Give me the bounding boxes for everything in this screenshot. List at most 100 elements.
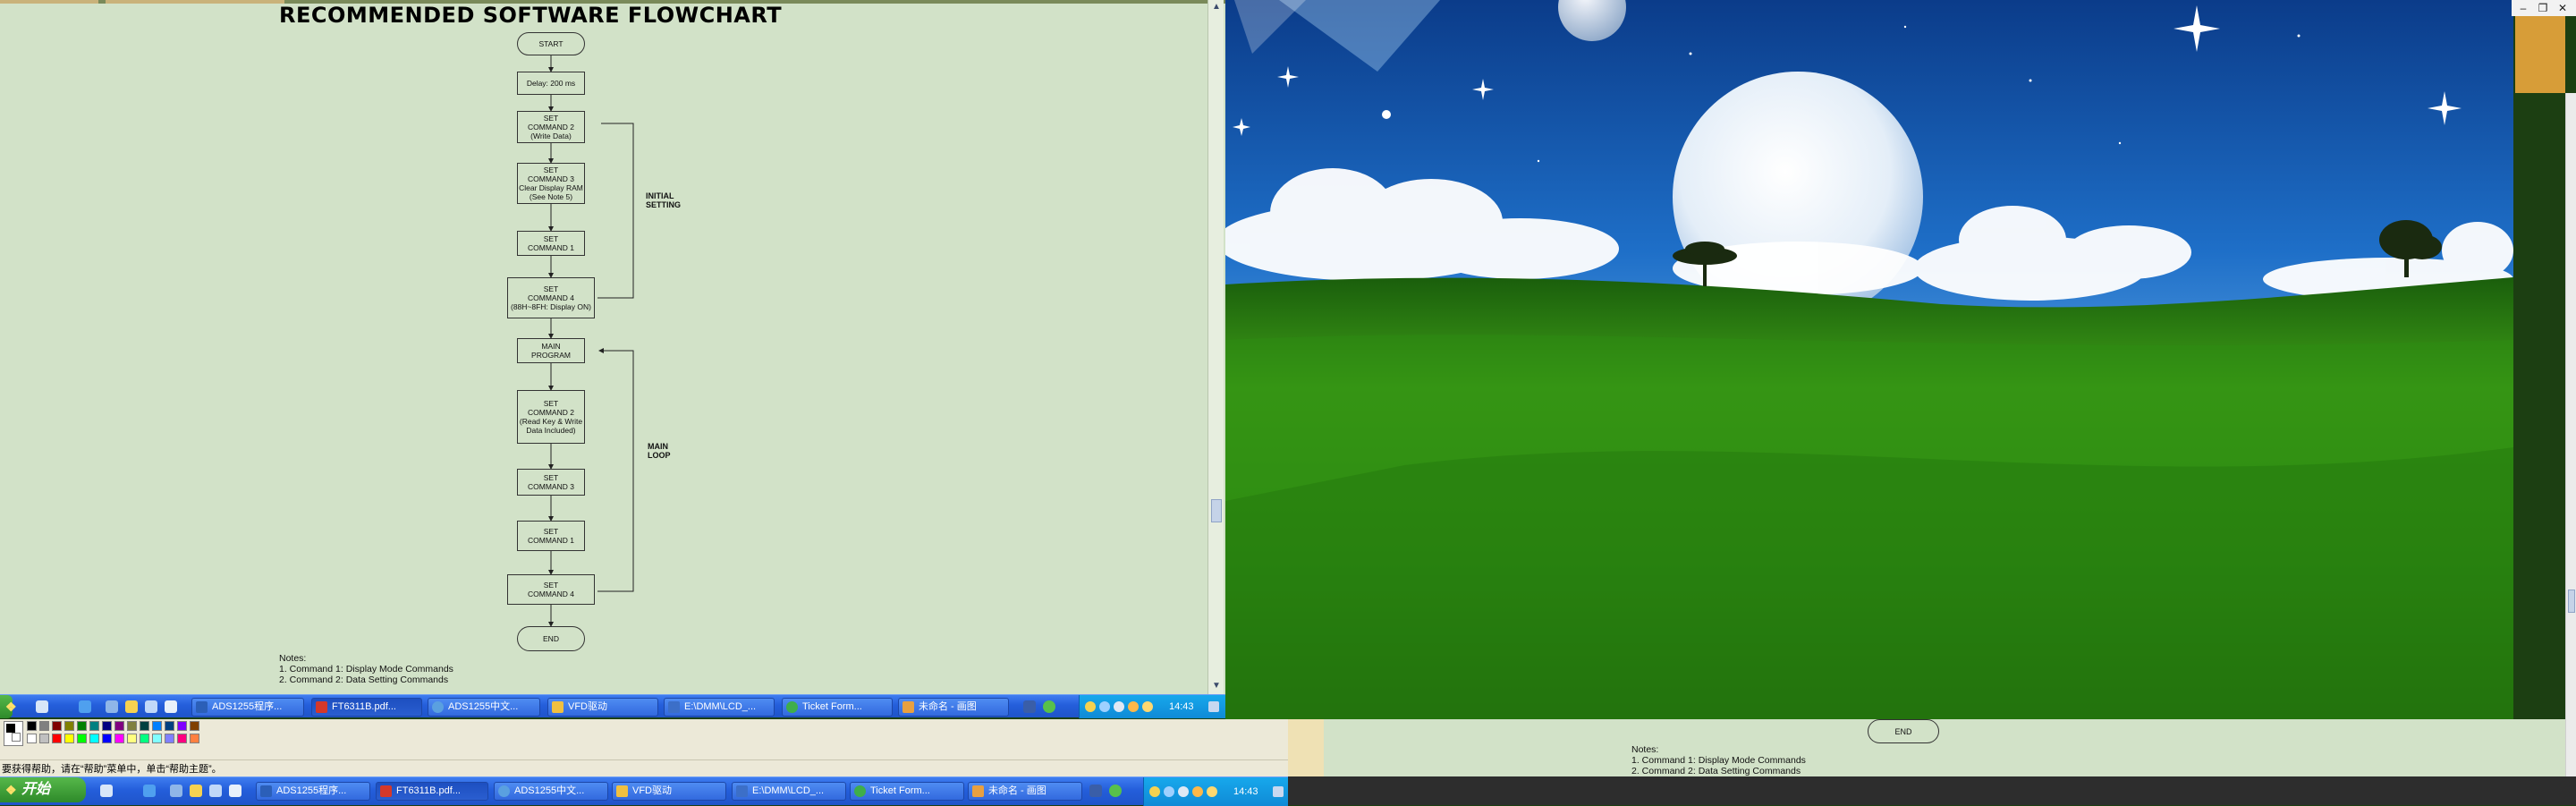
palette-swatch[interactable] <box>39 734 49 743</box>
tray-monitor-icon[interactable] <box>1273 786 1284 797</box>
tray-app-icon[interactable] <box>1085 701 1096 712</box>
close-button[interactable]: ✕ <box>2556 2 2569 14</box>
taskbar-button-paint-untitled[interactable]: 未命名 - 画图 <box>898 698 1009 717</box>
word-doc-icon <box>260 785 272 797</box>
palette-swatch[interactable] <box>39 721 49 731</box>
right-document-scrollbar[interactable] <box>2565 93 2576 776</box>
set-command1-box: SET COMMAND 1 <box>517 231 585 256</box>
palette-swatch[interactable] <box>127 734 137 743</box>
quicklaunch-ie-icon[interactable] <box>79 700 91 713</box>
document-vertical-scrollbar[interactable]: ▲ ▼ <box>1208 0 1224 696</box>
tray-update-icon[interactable] <box>1142 701 1153 712</box>
input-method-icon[interactable] <box>1023 700 1036 713</box>
palette-swatch[interactable] <box>190 734 199 743</box>
end-node: END <box>517 626 585 651</box>
taskbar-button-ads1255-chinese[interactable]: ADS1255中文... <box>494 782 608 801</box>
quicklaunch-ie-icon[interactable] <box>143 785 156 797</box>
taskbar-button-label: ADS1255中文... <box>448 701 519 712</box>
restore-button[interactable]: ❐ <box>2537 2 2549 14</box>
palette-swatch[interactable] <box>152 734 162 743</box>
taskbar-button-dmm-lcd-folder[interactable]: E:\DMM\LCD_... <box>732 782 846 801</box>
foreground-color[interactable] <box>6 724 15 733</box>
start-button[interactable]: 开始 <box>0 777 86 802</box>
palette-swatch[interactable] <box>102 721 112 731</box>
palette-swatch[interactable] <box>165 721 174 731</box>
taskbar-button-ads1255-program[interactable]: ADS1255程序... <box>256 782 370 801</box>
palette-swatch[interactable] <box>177 721 187 731</box>
taskbar-button-ads1255-chinese[interactable]: ADS1255中文... <box>428 698 540 717</box>
quicklaunch-folder-icon[interactable] <box>190 785 202 797</box>
taskbar-button-dmm-lcd-folder[interactable]: E:\DMM\LCD_... <box>664 698 775 717</box>
palette-swatch[interactable] <box>52 721 62 731</box>
browser-icon <box>498 785 510 797</box>
chrome-icon <box>854 785 866 797</box>
quicklaunch-extra-icon[interactable] <box>165 700 177 713</box>
document-margin-panel <box>1288 719 1324 776</box>
tray-volume-icon[interactable] <box>1178 786 1189 797</box>
taskbar-button-vfd-driver[interactable]: VFD驱动 <box>547 698 658 717</box>
tray-app-icon[interactable] <box>1149 786 1160 797</box>
scroll-up-arrow-icon[interactable]: ▲ <box>1211 1 1222 13</box>
tray-security-icon[interactable] <box>1128 701 1139 712</box>
lower-taskbar: 开始 ADS1255程序... FT6311B.pdf... ADS1255中文… <box>0 776 1288 806</box>
quicklaunch-show-desktop-icon[interactable] <box>36 700 48 713</box>
palette-swatch[interactable] <box>27 721 37 731</box>
start-node: START <box>517 32 585 55</box>
note-2: 2. Command 2: Data Setting Commands <box>279 674 449 685</box>
notes-section: Notes: 1. Command 1: Display Mode Comman… <box>1631 744 1806 776</box>
palette-swatch[interactable] <box>140 734 149 743</box>
quicklaunch-explorer-icon[interactable] <box>106 700 118 713</box>
taskbar-button-ads1255-program[interactable]: ADS1255程序... <box>191 698 304 717</box>
tray-update-icon[interactable] <box>1207 786 1217 797</box>
scroll-down-arrow-icon[interactable]: ▼ <box>1211 680 1222 692</box>
palette-swatch[interactable] <box>177 734 187 743</box>
tray-clock[interactable]: 14:43 <box>1233 777 1258 806</box>
tray-security-icon[interactable] <box>1192 786 1203 797</box>
minimize-button[interactable]: – <box>2517 2 2529 14</box>
wifi-icon[interactable] <box>1109 785 1122 797</box>
taskbar-button-paint-untitled[interactable]: 未命名 - 画图 <box>968 782 1082 801</box>
word-doc-icon <box>196 701 208 713</box>
wifi-icon[interactable] <box>1043 700 1055 713</box>
palette-swatch[interactable] <box>190 721 199 731</box>
palette-swatch[interactable] <box>77 721 87 731</box>
palette-swatch[interactable] <box>89 721 99 731</box>
quicklaunch-explorer-icon[interactable] <box>170 785 182 797</box>
quicklaunch-folder-icon[interactable] <box>125 700 138 713</box>
tray-network-icon[interactable] <box>1164 786 1174 797</box>
palette-swatch[interactable] <box>102 734 112 743</box>
input-method-icon[interactable] <box>1089 785 1102 797</box>
background-color[interactable] <box>12 733 21 742</box>
palette-swatch[interactable] <box>140 721 149 731</box>
palette-swatch[interactable] <box>114 734 124 743</box>
palette-swatch[interactable] <box>77 734 87 743</box>
current-colors-indicator[interactable] <box>4 721 23 746</box>
tray-volume-icon[interactable] <box>1114 701 1124 712</box>
palette-swatch[interactable] <box>127 721 137 731</box>
palette-swatch[interactable] <box>64 734 74 743</box>
taskbar-button-ft6311b-pdf[interactable]: FT6311B.pdf... <box>311 698 422 717</box>
taskbar-button-vfd-driver[interactable]: VFD驱动 <box>612 782 726 801</box>
scrollbar-thumb[interactable] <box>1211 499 1222 522</box>
taskbar-button-ticket-form[interactable]: Ticket Form... <box>850 782 964 801</box>
quicklaunch-show-desktop-icon[interactable] <box>100 785 113 797</box>
start-button-partial[interactable] <box>0 695 17 718</box>
palette-swatch[interactable] <box>165 734 174 743</box>
tray-network-icon[interactable] <box>1099 701 1110 712</box>
palette-swatch[interactable] <box>64 721 74 731</box>
palette-swatch[interactable] <box>152 721 162 731</box>
taskbar-button-ticket-form[interactable]: Ticket Form... <box>782 698 893 717</box>
palette-swatch[interactable] <box>27 734 37 743</box>
quicklaunch-media-icon[interactable] <box>145 700 157 713</box>
palette-swatch[interactable] <box>114 721 124 731</box>
tray-clock[interactable]: 14:43 <box>1169 695 1194 718</box>
quicklaunch-extra-icon[interactable] <box>229 785 242 797</box>
set-command1-loop-box: SET COMMAND 1 <box>517 521 585 551</box>
scrollbar-thumb[interactable] <box>2568 590 2575 613</box>
palette-swatch[interactable] <box>89 734 99 743</box>
palette-swatch[interactable] <box>52 734 62 743</box>
tray-monitor-icon[interactable] <box>1208 701 1219 712</box>
quicklaunch-media-icon[interactable] <box>209 785 222 797</box>
taskbar-button-label: 未命名 - 画图 <box>988 785 1046 796</box>
taskbar-button-ft6311b-pdf[interactable]: FT6311B.pdf... <box>376 782 488 801</box>
